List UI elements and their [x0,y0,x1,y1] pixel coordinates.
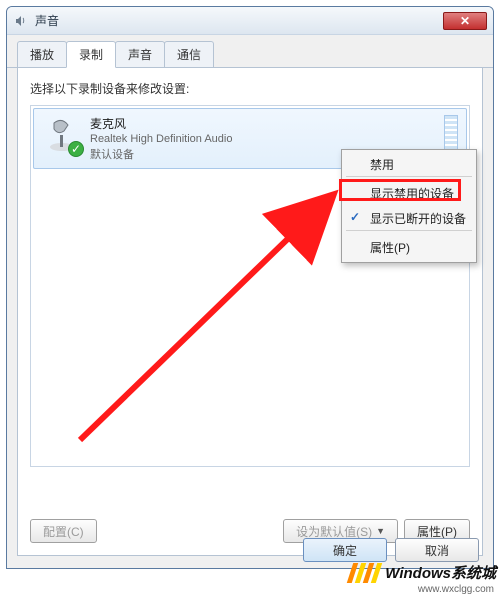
close-icon: ✕ [460,14,470,28]
tab-body: 选择以下录制设备来修改设置: ✓ 麦克风 Realtek High Defini… [17,68,483,556]
sound-settings-window: 声音 ✕ 播放 录制 声音 通信 选择以下录制设备来修改设置: ✓ [6,6,494,569]
device-subtitle: Realtek High Definition Audio [90,133,232,145]
device-status: 默认设备 [90,146,232,162]
check-icon: ✓ [68,141,84,157]
ok-button[interactable]: 确定 [303,538,387,562]
tab-playback[interactable]: 播放 [17,41,67,67]
menu-item-show-disconnected[interactable]: ✓ 显示已断开的设备 [344,206,474,235]
watermark: Windows系统城 [350,562,496,583]
tab-recording[interactable]: 录制 [66,41,116,68]
device-texts: 麦克风 Realtek High Definition Audio 默认设备 [90,115,232,162]
check-icon: ✓ [350,210,360,224]
tabstrip: 播放 录制 声音 通信 [7,35,493,68]
titlebar: 声音 ✕ [7,7,493,35]
tab-communications[interactable]: 通信 [164,41,214,67]
watermark-text: Windows系统城 [385,562,496,583]
menu-item-show-disabled[interactable]: 显示禁用的设备 [344,181,474,206]
close-button[interactable]: ✕ [443,12,487,30]
chevron-down-icon: ▼ [376,526,385,536]
context-menu: 禁用 显示禁用的设备 ✓ 显示已断开的设备 属性(P) [341,149,477,263]
watermark-stripes-icon [350,563,379,583]
speaker-icon [13,13,29,29]
configure-button[interactable]: 配置(C) [30,519,97,543]
menu-item-properties[interactable]: 属性(P) [344,235,474,260]
menu-item-disable[interactable]: 禁用 [344,152,474,181]
cancel-button[interactable]: 取消 [395,538,479,562]
window-title: 声音 [35,12,443,29]
dialog-buttons: 确定 取消 [303,538,479,562]
tab-sounds[interactable]: 声音 [115,41,165,67]
microphone-icon: ✓ [42,115,82,155]
prompt-text: 选择以下录制设备来修改设置: [30,80,470,97]
watermark-url: www.wxclgg.com [418,584,494,595]
device-name: 麦克风 [90,115,232,132]
